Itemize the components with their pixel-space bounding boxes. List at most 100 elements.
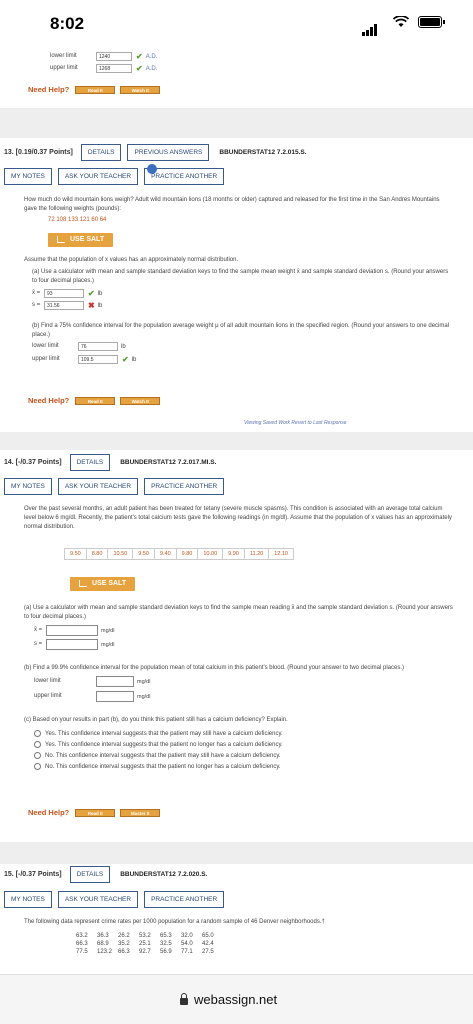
data-row: 66.3 68.9 35.2 25.1 32.5 54.0 42.4: [76, 940, 454, 948]
xbar-unit: mg/dl: [101, 627, 115, 634]
q13-previous-answers-button[interactable]: PREVIOUS ANSWERS: [127, 144, 210, 161]
q14-ask-teacher-button[interactable]: ASK YOUR TEACHER: [57, 478, 139, 495]
q13-status-dot-icon: [147, 164, 157, 174]
data-cell: 66.3: [118, 949, 130, 955]
option-label: Yes. This confidence interval suggests t…: [45, 730, 283, 737]
data-cell: 77.1: [181, 949, 193, 955]
check-icon: ✔: [88, 289, 95, 298]
q13-upper-input[interactable]: 109.5: [78, 355, 118, 364]
s-label: s =: [32, 302, 41, 308]
q15-ask-teacher-button[interactable]: ASK YOUR TEACHER: [57, 891, 139, 908]
read-it-button[interactable]: Read It: [75, 396, 116, 405]
lower-label: lower limit: [34, 678, 61, 684]
q13-need-help: Need Help? Read It Watch It: [28, 396, 165, 405]
separator: [0, 432, 473, 450]
read-it-button[interactable]: Read It: [75, 85, 116, 94]
data-cell: 11.20: [245, 549, 270, 559]
option-radio[interactable]: Yes. This confidence interval suggests t…: [34, 730, 454, 737]
use-salt-label: USE SALT: [92, 580, 127, 587]
data-row: 63.2 36.3 26.2 53.2 65.3 32.0 65.0: [76, 932, 454, 940]
q14-xbar-input[interactable]: [46, 625, 98, 636]
q14-details-button[interactable]: DETAILS: [69, 454, 111, 471]
x-icon: ✖: [88, 301, 95, 310]
data-cell: 36.3: [97, 933, 109, 939]
check-icon: ✔: [136, 64, 143, 73]
url-text: webassign.net: [194, 992, 278, 1007]
q15-notes-row: MY NOTES ASK YOUR TEACHER PRACTICE ANOTH…: [4, 891, 230, 908]
signal-icon: [362, 18, 378, 36]
q13-data: 72 108 133 121 60 64: [48, 217, 107, 223]
q13-my-notes-button[interactable]: MY NOTES: [4, 168, 52, 185]
use-salt-label: USE SALT: [70, 236, 105, 243]
upper-unit: mg/dl: [137, 693, 151, 700]
q12-lower-input[interactable]: 1240: [96, 52, 132, 61]
lower-unit: mg/dl: [137, 678, 151, 685]
radio-circle-icon: [34, 741, 41, 748]
q13-details-button[interactable]: DETAILS: [80, 144, 122, 161]
q13-header: 13. [0.19/0.37 Points] DETAILS PREVIOUS …: [4, 144, 307, 161]
q14-salt[interactable]: USE SALT: [70, 574, 454, 592]
viewing-saved-work-link[interactable]: Viewing Saved Work Revert to Last Respon…: [244, 420, 346, 426]
q14-lower-row: lower limit mg/dl: [34, 676, 454, 687]
s-unit: mg/dl: [101, 641, 115, 648]
separator: [0, 842, 473, 864]
q13-upper-row: upper limit 109.5 ✔ lb: [32, 355, 454, 364]
q13-xbar-input[interactable]: 93: [44, 289, 84, 298]
q15-practice-another-button[interactable]: PRACTICE ANOTHER: [144, 891, 225, 908]
data-cell: 54.0: [181, 941, 193, 947]
data-cell: 63.2: [76, 933, 88, 939]
master-it-button[interactable]: Master It: [120, 808, 161, 817]
q13-salt[interactable]: USE SALT: [48, 230, 454, 248]
option-radio[interactable]: Yes. This confidence interval suggests t…: [34, 741, 454, 748]
upper-unit: lb: [131, 356, 137, 363]
upper-label: upper limit: [34, 693, 62, 699]
q13-body: How much do wild mountain lions weigh? A…: [24, 196, 454, 364]
data-cell: 9.40: [155, 549, 177, 559]
q13-s-input[interactable]: 31.56: [44, 301, 84, 310]
q14-lower-input[interactable]: [96, 676, 134, 687]
q13-ask-teacher-button[interactable]: ASK YOUR TEACHER: [57, 168, 139, 185]
radio-circle-icon: [34, 730, 41, 737]
watch-it-button[interactable]: Watch It: [120, 85, 161, 94]
q14-s-input[interactable]: [46, 639, 98, 650]
data-cell: 9.50: [133, 549, 155, 559]
watch-it-button[interactable]: Watch It: [120, 396, 161, 405]
q14-need-help: Need Help? Read It Master It: [28, 808, 165, 817]
data-cell: 53.2: [139, 933, 151, 939]
q12-upper-input[interactable]: 1268: [96, 64, 132, 73]
q13-lower-input[interactable]: 76: [78, 342, 118, 351]
lock-icon: [180, 993, 188, 1005]
separator: [0, 108, 473, 138]
q14-s-row: s = mg/dl: [34, 639, 454, 650]
option-radio[interactable]: No. This confidence interval suggests th…: [34, 763, 454, 770]
q14-my-notes-button[interactable]: MY NOTES: [4, 478, 52, 495]
data-row: 77.5 123.2 66.3 92.7 56.9 77.1 27.5: [76, 948, 454, 956]
q15-details-button[interactable]: DETAILS: [69, 866, 111, 883]
q14-xbar-row: x̄ = mg/dl: [34, 625, 454, 636]
url-display[interactable]: webassign.net: [180, 992, 277, 1007]
q14-part-c: (c) Based on your results in part (b), d…: [24, 717, 288, 723]
browser-url-bar[interactable]: webassign.net: [0, 974, 473, 1024]
page-content: lower limit 1240 ✔ A.D. upper limit 1268…: [0, 48, 473, 974]
data-cell: 42.4: [202, 941, 214, 947]
q13-assume: Assume that the population of x values h…: [24, 257, 239, 263]
q14-part-b: (b) Find a 99.9% confidence interval for…: [24, 665, 405, 671]
q14-data-table: 9.50 8.80 10.50 9.50 9.40 9.80 10.00 9.9…: [64, 542, 454, 560]
battery-icon: [418, 16, 445, 28]
data-cell: 66.3: [76, 941, 88, 947]
q14-body: Over the past several months, an adult p…: [24, 505, 454, 774]
option-radio[interactable]: No. This confidence interval suggests th…: [34, 752, 454, 759]
q14-practice-another-button[interactable]: PRACTICE ANOTHER: [144, 478, 225, 495]
data-cell: 25.1: [139, 941, 151, 947]
option-label: No. This confidence interval suggests th…: [45, 763, 281, 770]
q13-points: 13. [0.19/0.37 Points]: [4, 149, 73, 156]
q14-upper-input[interactable]: [96, 691, 134, 702]
data-cell: 32.0: [181, 933, 193, 939]
q12-need-help: Need Help? Read It Watch It: [28, 85, 165, 94]
s-label: s =: [34, 641, 43, 647]
q12-lower-unit: A.D.: [145, 53, 158, 60]
q15-my-notes-button[interactable]: MY NOTES: [4, 891, 52, 908]
data-cell: 9.50: [65, 549, 87, 559]
data-cell: 9.80: [177, 549, 199, 559]
read-it-button[interactable]: Read It: [75, 808, 116, 817]
